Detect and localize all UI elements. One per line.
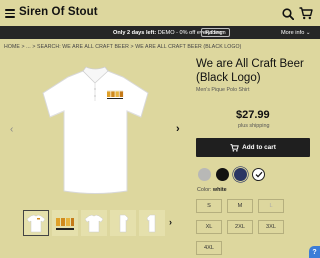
help-button[interactable]: ? — [309, 246, 320, 258]
breadcrumb[interactable]: HOME > ... > SEARCH: WE ARE ALL CRAFT BE… — [4, 44, 242, 50]
checkmark-icon — [255, 171, 262, 178]
thumbnail-strip — [23, 210, 165, 236]
site-header: Siren Of Stout — [0, 0, 320, 26]
cart-icon[interactable] — [299, 7, 313, 20]
thumbnail-side[interactable] — [110, 210, 136, 236]
color-label-text: Color: — [197, 187, 212, 193]
product-price: $27.99 — [236, 109, 270, 121]
size-m[interactable]: M — [227, 199, 253, 213]
promo-bar: Only 2 days left: DEMO - 0% off everythi… — [0, 26, 320, 39]
shipping-note[interactable]: plus shipping — [238, 123, 269, 129]
size-2xl[interactable]: 2XL — [227, 220, 253, 234]
size-xl[interactable]: XL — [196, 220, 222, 234]
size-l: L — [258, 199, 284, 213]
swatch-white[interactable] — [252, 168, 265, 181]
product-subtitle[interactable]: Men's Pique Polo Shirt — [196, 87, 249, 93]
swatch-black[interactable] — [216, 168, 229, 181]
color-swatches — [198, 168, 265, 181]
color-value: white — [212, 187, 227, 193]
add-to-cart-button[interactable]: Add to cart — [196, 138, 310, 157]
cart-icon — [230, 143, 239, 152]
shirt-thumbnail-icon — [146, 214, 156, 233]
shirt-thumbnail-icon — [84, 214, 104, 233]
product-title: We are All Craft Beer (Black Logo) — [196, 58, 304, 84]
promo-deadline: Only 2 days left: — [113, 29, 157, 36]
shirt-thumbnail-icon — [26, 214, 46, 233]
menu-icon[interactable] — [5, 9, 15, 18]
previous-image-arrow-icon[interactable]: ‹ — [10, 124, 13, 135]
size-4xl[interactable]: 4XL — [196, 241, 222, 255]
swatch-gray[interactable] — [198, 168, 211, 181]
thumbnail-side-alt[interactable] — [139, 210, 165, 236]
more-info-label: More info — [281, 29, 305, 36]
thumbnail-front[interactable] — [23, 210, 49, 236]
swatch-navy[interactable] — [234, 168, 247, 181]
size-selector: S M L XL 2XL 3XL 4XL — [196, 199, 286, 255]
color-label: Color: white — [197, 187, 227, 193]
brand-logo[interactable]: Siren Of Stout — [19, 6, 98, 18]
search-icon[interactable] — [282, 8, 294, 20]
size-s[interactable]: S — [196, 199, 222, 213]
product-image — [42, 66, 149, 194]
thumbnail-logo-closeup[interactable] — [52, 210, 78, 236]
beer-logo-thumbnail-icon — [56, 218, 74, 230]
thumbnail-back[interactable] — [81, 210, 107, 236]
chevron-down-icon: ⌄ — [305, 29, 311, 36]
size-3xl[interactable]: 3XL — [258, 220, 284, 234]
next-image-arrow-icon[interactable]: › — [176, 123, 180, 135]
add-to-cart-label: Add to cart — [242, 144, 276, 151]
redeem-button[interactable]: Redeem — [201, 28, 230, 37]
more-info-link[interactable]: More info ⌄ — [281, 30, 311, 36]
shirt-thumbnail-icon — [119, 214, 129, 233]
thumbnail-next-arrow-icon[interactable]: › — [169, 217, 172, 227]
